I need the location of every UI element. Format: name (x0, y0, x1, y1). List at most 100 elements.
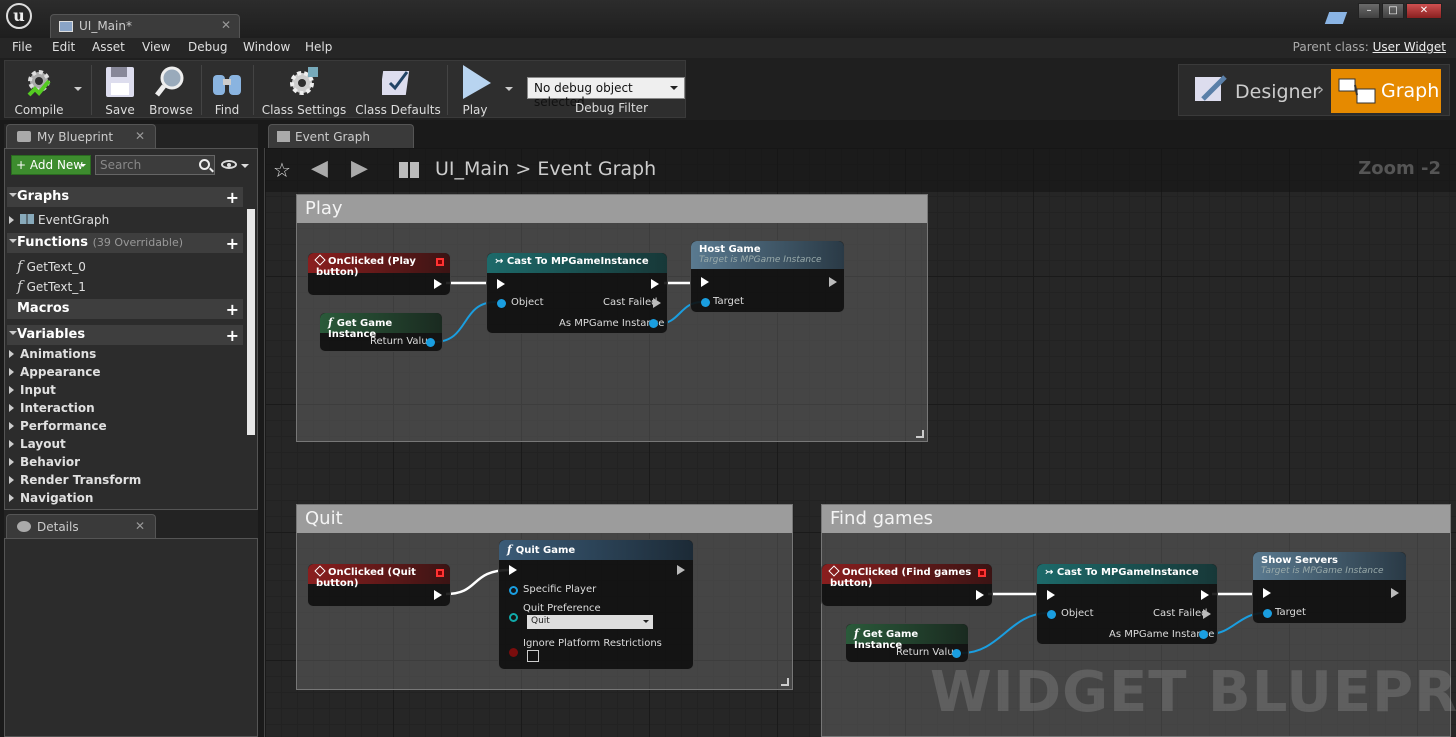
list-item-category[interactable]: Behavior (9, 455, 80, 469)
cast-failed-pin[interactable] (1203, 609, 1211, 619)
section-macros[interactable]: Macros + (7, 299, 243, 319)
get-game-instance-node[interactable]: f Get Game Instance Return Value (845, 623, 969, 663)
list-item-category[interactable]: Interaction (9, 401, 95, 415)
get-game-instance-node[interactable]: f Get Game Instance Return Value (319, 312, 443, 352)
event-graph-tab[interactable]: Event Graph (268, 124, 414, 148)
exec-out-pin[interactable] (651, 279, 659, 289)
exec-in-pin[interactable] (497, 279, 505, 289)
list-item-category[interactable]: Appearance (9, 365, 101, 379)
exec-in-pin[interactable] (509, 565, 517, 575)
event-node-quit[interactable]: OnClicked (Quit button) (307, 563, 451, 607)
exec-out-pin[interactable] (1201, 590, 1209, 600)
exec-out-pin[interactable] (976, 590, 984, 600)
exec-out-pin[interactable] (677, 565, 685, 575)
object-pin[interactable] (1047, 610, 1056, 619)
as-instance-pin[interactable] (1199, 630, 1208, 639)
list-item-category[interactable]: Animations (9, 347, 96, 361)
designer-mode-button[interactable]: Designer (1189, 71, 1329, 111)
delegate-pin-icon[interactable] (436, 569, 444, 577)
list-item-category[interactable]: Layout (9, 437, 66, 451)
cast-failed-pin[interactable] (653, 298, 661, 308)
find-button[interactable]: Find (205, 61, 249, 119)
list-item-function[interactable]: f GetText_0 (17, 257, 86, 275)
play-options-dropdown[interactable] (503, 61, 517, 119)
cast-node-find[interactable]: ↣ Cast To MPGameInstance Object Cast Fai… (1036, 563, 1218, 645)
event-node-find-games[interactable]: OnClicked (Find games button) (821, 563, 993, 607)
list-item-function[interactable]: f GetText_1 (17, 277, 86, 295)
resize-grip-icon[interactable] (781, 678, 789, 686)
return-value-pin[interactable] (952, 649, 961, 658)
exec-out-pin[interactable] (434, 590, 442, 600)
graduation-cap-icon[interactable] (1324, 12, 1348, 24)
specific-player-pin[interactable] (509, 586, 518, 595)
target-pin[interactable] (701, 298, 710, 307)
parent-class-link[interactable]: User Widget (1373, 40, 1446, 54)
delegate-pin-icon[interactable] (978, 569, 986, 577)
exec-in-pin[interactable] (1263, 588, 1271, 598)
cast-node-play[interactable]: ↣ Cast To MPGameInstance Object Cast Fai… (486, 252, 668, 334)
search-input[interactable]: Search (95, 155, 215, 175)
close-tab-icon[interactable]: ✕ (135, 129, 145, 143)
class-defaults-button[interactable]: Class Defaults (351, 61, 445, 119)
debug-object-select[interactable]: No debug object selected (527, 77, 685, 109)
close-window-button[interactable]: ✕ (1406, 3, 1442, 19)
menu-debug[interactable]: Debug (188, 40, 227, 54)
add-macro-icon[interactable]: + (226, 300, 239, 319)
delegate-pin-icon[interactable] (436, 258, 444, 266)
close-tab-icon[interactable]: ✕ (221, 18, 231, 32)
ignore-platform-pin[interactable] (509, 648, 518, 657)
menu-window[interactable]: Window (243, 40, 290, 54)
section-functions[interactable]: Functions (39 Overridable) + (7, 233, 243, 253)
back-arrow-icon[interactable]: ◀ (311, 156, 328, 181)
show-servers-node[interactable]: Show Servers Target is MPGame Instance Ta… (1252, 551, 1407, 624)
menu-asset[interactable]: Asset (92, 40, 125, 54)
target-pin[interactable] (1263, 609, 1272, 618)
object-pin[interactable] (497, 299, 506, 308)
ignore-platform-checkbox[interactable] (527, 650, 539, 662)
quit-preference-pin[interactable] (509, 613, 518, 622)
section-variables[interactable]: Variables + (7, 325, 243, 345)
my-blueprint-tab[interactable]: My Blueprint ✕ (6, 124, 156, 148)
as-instance-pin[interactable] (649, 319, 658, 328)
menu-edit[interactable]: Edit (52, 40, 75, 54)
menu-help[interactable]: Help (305, 40, 332, 54)
quit-preference-select[interactable]: Quit (527, 615, 653, 629)
comment-title[interactable]: Quit (297, 505, 792, 533)
add-variable-icon[interactable]: + (226, 326, 239, 345)
menu-view[interactable]: View (142, 40, 170, 54)
class-settings-button[interactable]: Class Settings (257, 61, 351, 119)
search-icon[interactable] (199, 159, 210, 170)
exec-out-pin[interactable] (829, 277, 837, 287)
exec-in-pin[interactable] (701, 277, 709, 287)
add-new-button[interactable]: + Add New (11, 155, 91, 175)
breadcrumb-root[interactable]: UI_Main (435, 158, 509, 180)
list-item-eventgraph[interactable]: EventGraph (9, 213, 109, 227)
event-node-play[interactable]: OnClicked (Play button) (307, 252, 451, 296)
forward-arrow-icon[interactable]: ▶ (351, 156, 368, 181)
browse-button[interactable]: Browse (145, 61, 197, 119)
chevron-down-icon[interactable] (241, 164, 249, 172)
comment-title[interactable]: Play (297, 195, 927, 223)
list-item-category[interactable]: Performance (9, 419, 107, 433)
add-function-icon[interactable]: + (226, 234, 239, 253)
star-icon[interactable]: ☆ (273, 158, 291, 182)
document-tab-ui-main[interactable]: UI_Main* ✕ (50, 14, 240, 38)
list-item-category[interactable]: Navigation (9, 491, 93, 505)
add-graph-icon[interactable]: + (226, 188, 239, 207)
scrollbar[interactable] (247, 209, 255, 435)
exec-out-pin[interactable] (1391, 588, 1399, 598)
list-item-category[interactable]: Input (9, 383, 56, 397)
save-button[interactable]: Save (97, 61, 143, 119)
close-tab-icon[interactable]: ✕ (135, 519, 145, 533)
menu-file[interactable]: File (12, 40, 32, 54)
play-button[interactable]: Play (449, 61, 501, 119)
compile-button[interactable]: Compile (7, 61, 71, 119)
exec-in-pin[interactable] (1047, 590, 1055, 600)
exec-out-pin[interactable] (434, 279, 442, 289)
resize-grip-icon[interactable] (916, 430, 924, 438)
details-tab[interactable]: Details ✕ (6, 514, 156, 538)
minimize-button[interactable]: – (1358, 3, 1380, 19)
compile-options-dropdown[interactable] (71, 61, 87, 119)
quit-game-node[interactable]: f Quit Game Specific Player Quit Preferen… (498, 539, 694, 670)
eye-icon[interactable] (221, 160, 237, 169)
